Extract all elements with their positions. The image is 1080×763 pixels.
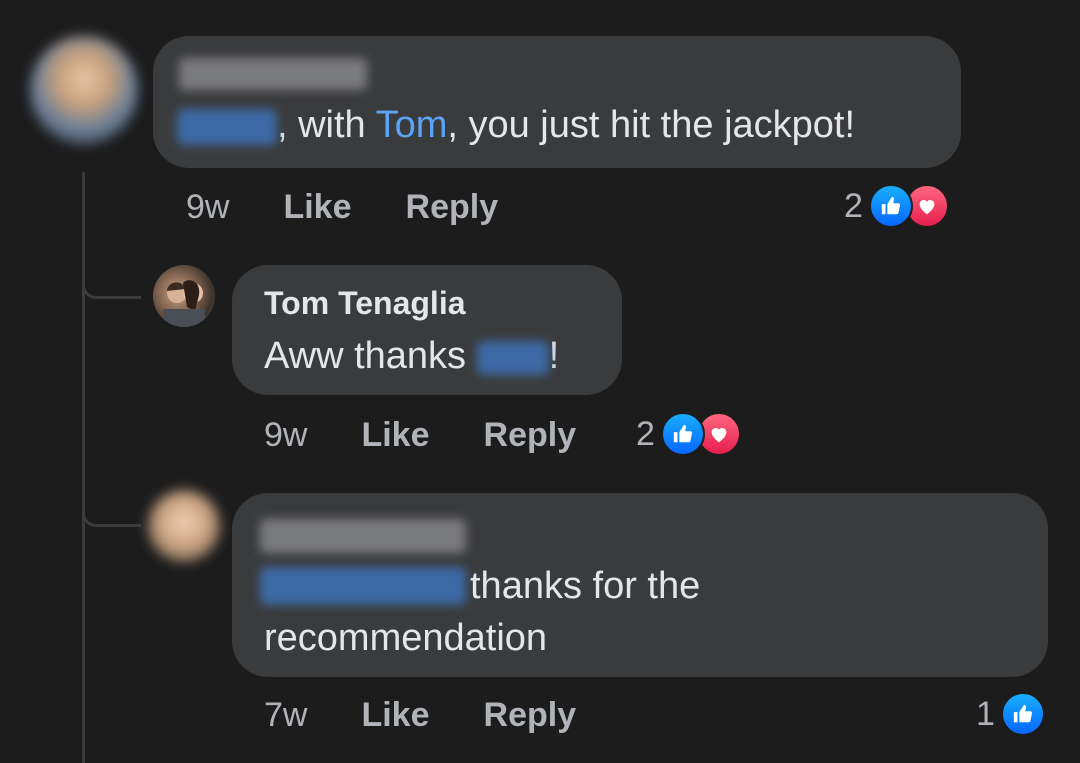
- avatar[interactable]: [148, 490, 220, 562]
- like-button[interactable]: Like: [361, 416, 429, 455]
- reaction-summary[interactable]: 2: [636, 412, 741, 456]
- reaction-count: 1: [976, 694, 995, 733]
- reaction-summary[interactable]: 2: [844, 184, 949, 228]
- reaction-summary[interactable]: 1: [976, 692, 1045, 736]
- avatar[interactable]: [153, 265, 215, 327]
- comment-text: Aww thanks !: [264, 335, 560, 377]
- mention-redacted[interactable]: [260, 567, 466, 605]
- comment-bubble: , with Tom, you just hit the jackpot!: [153, 36, 961, 168]
- comment-text: , with Tom, you just hit the jackpot!: [177, 104, 855, 147]
- reply-button[interactable]: Reply: [484, 416, 577, 455]
- timestamp[interactable]: 7w: [264, 696, 307, 735]
- like-button[interactable]: Like: [361, 696, 429, 735]
- comment-thread: , with Tom, you just hit the jackpot! 9w…: [0, 0, 1080, 763]
- author-name-redacted[interactable]: [179, 58, 367, 90]
- comment-actions: 9w Like Reply: [186, 188, 552, 227]
- timestamp[interactable]: 9w: [186, 188, 229, 227]
- reaction-count: 2: [844, 186, 863, 225]
- like-icon: [660, 412, 705, 456]
- like-icon: [868, 184, 913, 228]
- like-icon: [1000, 692, 1045, 736]
- timestamp[interactable]: 9w: [264, 416, 307, 455]
- mention-redacted[interactable]: [177, 108, 277, 145]
- mention-redacted[interactable]: [476, 340, 549, 375]
- comment-text-line: recommendation: [264, 617, 548, 659]
- comment-actions: 9w Like Reply: [264, 416, 626, 455]
- avatar[interactable]: [30, 36, 138, 144]
- thread-branch: [82, 494, 141, 527]
- author-name[interactable]: Tom Tenaglia: [264, 285, 466, 322]
- comment-bubble: Tom Tenaglia Aww thanks !: [232, 265, 622, 395]
- comment-text-line: thanks for the: [470, 565, 701, 607]
- author-name-redacted[interactable]: [260, 519, 466, 553]
- comment-bubble: thanks for the recommendation: [232, 493, 1048, 677]
- reaction-count: 2: [636, 414, 655, 453]
- comment-actions: 7w Like Reply: [264, 696, 630, 735]
- reply-button[interactable]: Reply: [406, 188, 499, 227]
- thread-line: [82, 172, 85, 763]
- reply-button[interactable]: Reply: [484, 696, 577, 735]
- mention-link[interactable]: Tom: [376, 104, 448, 146]
- like-button[interactable]: Like: [283, 188, 351, 227]
- thread-branch: [82, 266, 141, 299]
